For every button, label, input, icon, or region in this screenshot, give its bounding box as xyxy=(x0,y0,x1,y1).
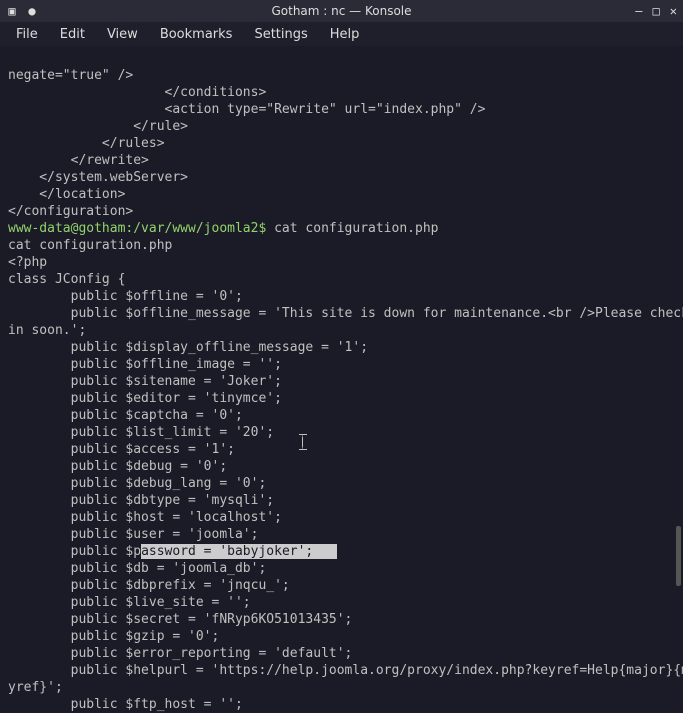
line: public $p xyxy=(8,544,141,559)
minimize-button[interactable]: — xyxy=(635,5,642,17)
selected-text-trail xyxy=(313,544,336,559)
line: public $helpurl = 'https://help.joomla.o… xyxy=(8,663,683,678)
line: public $editor = 'tinymce'; xyxy=(8,391,282,406)
titlebar: ▣ ● Gotham : nc — Konsole — □ ✕ xyxy=(0,0,683,22)
menu-edit[interactable]: Edit xyxy=(50,25,95,44)
line: cat configuration.php xyxy=(8,238,172,253)
line: public $live_site = ''; xyxy=(8,595,251,610)
menu-bookmarks[interactable]: Bookmarks xyxy=(150,25,243,44)
line: public $display_offline_message = '1'; xyxy=(8,340,368,355)
menu-file[interactable]: File xyxy=(6,25,48,44)
line: public $dbtype = 'mysqli'; xyxy=(8,493,274,508)
menu-view[interactable]: View xyxy=(97,25,148,44)
line: public $debug = '0'; xyxy=(8,459,227,474)
close-button[interactable]: ✕ xyxy=(670,5,677,17)
line: public $ftp_host = ''; xyxy=(8,697,243,712)
line: public $user = 'joomla'; xyxy=(8,527,258,542)
line: negate="true" /> xyxy=(8,68,133,83)
line: public $list_limit = '20'; xyxy=(8,425,274,440)
line: public $offline_message = 'This site is … xyxy=(8,306,683,321)
command: cat configuration.php xyxy=(274,221,438,236)
line: yref}'; xyxy=(8,680,63,695)
line: public $secret = 'fNRyp6KO51013435'; xyxy=(8,612,352,627)
menu-settings[interactable]: Settings xyxy=(244,25,317,44)
terminal-output[interactable]: negate="true" /> </conditions> <action t… xyxy=(0,46,683,580)
line: </rewrite> xyxy=(8,153,149,168)
line: </rules> xyxy=(8,136,165,151)
window-controls: — □ ✕ xyxy=(635,5,677,17)
window-title: Gotham : nc — Konsole xyxy=(271,4,411,18)
line: <?php xyxy=(8,255,47,270)
text-cursor-icon xyxy=(302,434,310,450)
line: </location> xyxy=(8,187,125,202)
menu-help[interactable]: Help xyxy=(320,25,370,44)
line: public $gzip = '0'; xyxy=(8,629,219,644)
menubar: File Edit View Bookmarks Settings Help xyxy=(0,22,683,46)
line: </system.webServer> xyxy=(8,170,188,185)
maximize-button[interactable]: □ xyxy=(653,5,660,17)
line: public $offline = '0'; xyxy=(8,289,243,304)
line: public $offline_image = ''; xyxy=(8,357,282,372)
selected-text: assword = 'babyjoker'; xyxy=(141,544,313,559)
dot-icon: ● xyxy=(26,5,38,17)
line: public $captcha = '0'; xyxy=(8,408,243,423)
scrollbar[interactable] xyxy=(676,526,681,586)
line: public $dbprefix = 'jnqcu_'; xyxy=(8,578,290,593)
titlebar-left-icons: ▣ ● xyxy=(6,5,38,17)
app-icon: ▣ xyxy=(6,5,18,17)
line: public $access = '1'; xyxy=(8,442,235,457)
line: public $error_reporting = 'default'; xyxy=(8,646,352,661)
line: public $sitename = 'Joker'; xyxy=(8,374,282,389)
line: </conditions> xyxy=(8,85,266,100)
line: public $db = 'joomla_db'; xyxy=(8,561,266,576)
prompt: www-data@gotham:/var/www/joomla2$ xyxy=(8,221,274,236)
line: </rule> xyxy=(8,119,188,134)
line: </configuration> xyxy=(8,204,133,219)
line: class JConfig { xyxy=(8,272,125,287)
line: public $host = 'localhost'; xyxy=(8,510,282,525)
line: <action type="Rewrite" url="index.php" /… xyxy=(8,102,485,117)
line: public $debug_lang = '0'; xyxy=(8,476,266,491)
line: in soon.'; xyxy=(8,323,86,338)
